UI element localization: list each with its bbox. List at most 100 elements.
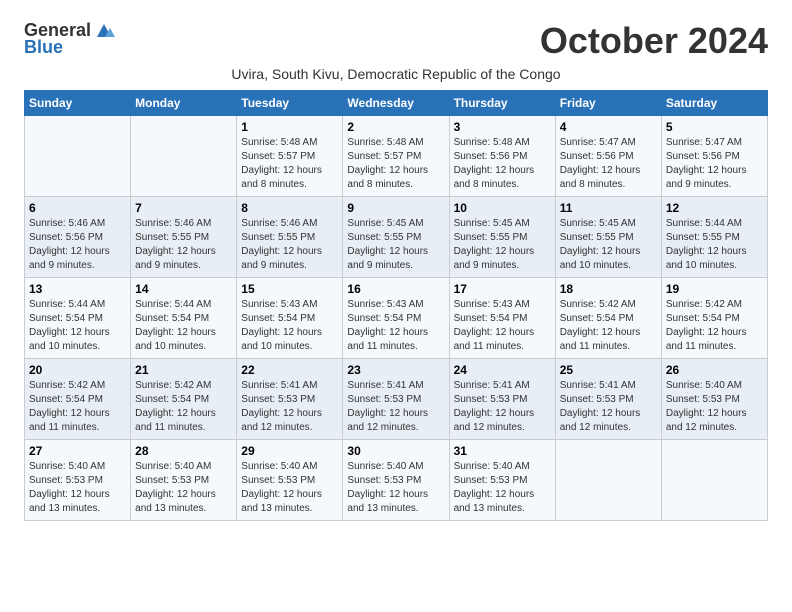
day-info: Sunrise: 5:45 AM Sunset: 5:55 PM Dayligh… bbox=[347, 217, 444, 273]
day-number: 11 bbox=[560, 201, 657, 215]
day-info: Sunrise: 5:42 AM Sunset: 5:54 PM Dayligh… bbox=[29, 379, 126, 435]
day-cell bbox=[131, 116, 237, 197]
day-info: Sunrise: 5:40 AM Sunset: 5:53 PM Dayligh… bbox=[454, 460, 551, 516]
day-info: Sunrise: 5:45 AM Sunset: 5:55 PM Dayligh… bbox=[454, 217, 551, 273]
day-cell: 5 Sunrise: 5:47 AM Sunset: 5:56 PM Daylig… bbox=[661, 116, 767, 197]
day-cell: 13 Sunrise: 5:44 AM Sunset: 5:54 PM Dayli… bbox=[25, 278, 131, 359]
day-cell: 27 Sunrise: 5:40 AM Sunset: 5:53 PM Dayli… bbox=[25, 440, 131, 521]
day-cell bbox=[25, 116, 131, 197]
day-info: Sunrise: 5:44 AM Sunset: 5:54 PM Dayligh… bbox=[135, 298, 232, 354]
day-info: Sunrise: 5:47 AM Sunset: 5:56 PM Dayligh… bbox=[666, 136, 763, 192]
day-cell: 31 Sunrise: 5:40 AM Sunset: 5:53 PM Dayli… bbox=[449, 440, 555, 521]
day-number: 31 bbox=[454, 444, 551, 458]
day-info: Sunrise: 5:46 AM Sunset: 5:55 PM Dayligh… bbox=[241, 217, 338, 273]
day-cell: 30Sunrise: 5:40 AM Sunset: 5:53 PM Dayli… bbox=[343, 440, 449, 521]
day-cell: 11 Sunrise: 5:45 AM Sunset: 5:55 PM Dayli… bbox=[555, 197, 661, 278]
day-cell: 20 Sunrise: 5:42 AM Sunset: 5:54 PM Dayli… bbox=[25, 359, 131, 440]
day-cell: 4 Sunrise: 5:47 AM Sunset: 5:56 PM Daylig… bbox=[555, 116, 661, 197]
day-cell: 25 Sunrise: 5:41 AM Sunset: 5:53 PM Dayli… bbox=[555, 359, 661, 440]
day-number: 27 bbox=[29, 444, 126, 458]
day-info: Sunrise: 5:40 AM Sunset: 5:53 PM Dayligh… bbox=[666, 379, 763, 435]
day-number: 9 bbox=[347, 201, 444, 215]
day-number: 22 bbox=[241, 363, 338, 377]
day-number: 25 bbox=[560, 363, 657, 377]
day-cell: 28 Sunrise: 5:40 AM Sunset: 5:53 PM Dayli… bbox=[131, 440, 237, 521]
day-cell: 9 Sunrise: 5:45 AM Sunset: 5:55 PM Daylig… bbox=[343, 197, 449, 278]
week-row-4: 20 Sunrise: 5:42 AM Sunset: 5:54 PM Dayli… bbox=[25, 359, 768, 440]
day-info: Sunrise: 5:46 AM Sunset: 5:55 PM Dayligh… bbox=[135, 217, 232, 273]
day-number: 26 bbox=[666, 363, 763, 377]
day-cell: 3Sunrise: 5:48 AM Sunset: 5:56 PM Daylig… bbox=[449, 116, 555, 197]
day-number: 1 bbox=[241, 120, 338, 134]
day-cell: 17Sunrise: 5:43 AM Sunset: 5:54 PM Dayli… bbox=[449, 278, 555, 359]
day-number: 23 bbox=[347, 363, 444, 377]
day-cell: 8 Sunrise: 5:46 AM Sunset: 5:55 PM Daylig… bbox=[237, 197, 343, 278]
col-header-friday: Friday bbox=[555, 91, 661, 116]
day-cell: 19 Sunrise: 5:42 AM Sunset: 5:54 PM Dayli… bbox=[661, 278, 767, 359]
day-info: Sunrise: 5:41 AM Sunset: 5:53 PM Dayligh… bbox=[560, 379, 657, 435]
day-number: 30 bbox=[347, 444, 444, 458]
col-header-saturday: Saturday bbox=[661, 91, 767, 116]
day-cell: 15 Sunrise: 5:43 AM Sunset: 5:54 PM Dayli… bbox=[237, 278, 343, 359]
day-info: Sunrise: 5:40 AM Sunset: 5:53 PM Dayligh… bbox=[135, 460, 232, 516]
day-cell: 24Sunrise: 5:41 AM Sunset: 5:53 PM Dayli… bbox=[449, 359, 555, 440]
logo-blue: Blue bbox=[24, 37, 63, 58]
day-number: 18 bbox=[560, 282, 657, 296]
day-cell: 12 Sunrise: 5:44 AM Sunset: 5:55 PM Dayli… bbox=[661, 197, 767, 278]
day-info: Sunrise: 5:40 AM Sunset: 5:53 PM Dayligh… bbox=[29, 460, 126, 516]
day-cell bbox=[661, 440, 767, 521]
day-info: Sunrise: 5:48 AM Sunset: 5:57 PM Dayligh… bbox=[347, 136, 444, 192]
logo-icon bbox=[93, 19, 115, 41]
day-cell: 7Sunrise: 5:46 AM Sunset: 5:55 PM Daylig… bbox=[131, 197, 237, 278]
day-info: Sunrise: 5:43 AM Sunset: 5:54 PM Dayligh… bbox=[241, 298, 338, 354]
day-info: Sunrise: 5:42 AM Sunset: 5:54 PM Dayligh… bbox=[666, 298, 763, 354]
day-info: Sunrise: 5:42 AM Sunset: 5:54 PM Dayligh… bbox=[560, 298, 657, 354]
week-row-1: 1 Sunrise: 5:48 AM Sunset: 5:57 PM Daylig… bbox=[25, 116, 768, 197]
day-cell: 14 Sunrise: 5:44 AM Sunset: 5:54 PM Dayli… bbox=[131, 278, 237, 359]
day-cell: 29 Sunrise: 5:40 AM Sunset: 5:53 PM Dayli… bbox=[237, 440, 343, 521]
day-info: Sunrise: 5:42 AM Sunset: 5:54 PM Dayligh… bbox=[135, 379, 232, 435]
col-header-sunday: Sunday bbox=[25, 91, 131, 116]
day-number: 13 bbox=[29, 282, 126, 296]
day-number: 4 bbox=[560, 120, 657, 134]
day-number: 29 bbox=[241, 444, 338, 458]
day-number: 5 bbox=[666, 120, 763, 134]
day-number: 6 bbox=[29, 201, 126, 215]
day-info: Sunrise: 5:41 AM Sunset: 5:53 PM Dayligh… bbox=[241, 379, 338, 435]
day-cell: 2 Sunrise: 5:48 AM Sunset: 5:57 PM Daylig… bbox=[343, 116, 449, 197]
logo: General Blue bbox=[24, 20, 115, 58]
day-cell: 23 Sunrise: 5:41 AM Sunset: 5:53 PM Dayli… bbox=[343, 359, 449, 440]
day-info: Sunrise: 5:45 AM Sunset: 5:55 PM Dayligh… bbox=[560, 217, 657, 273]
day-number: 20 bbox=[29, 363, 126, 377]
day-cell: 22 Sunrise: 5:41 AM Sunset: 5:53 PM Dayli… bbox=[237, 359, 343, 440]
day-number: 2 bbox=[347, 120, 444, 134]
day-number: 19 bbox=[666, 282, 763, 296]
col-header-thursday: Thursday bbox=[449, 91, 555, 116]
day-number: 16 bbox=[347, 282, 444, 296]
day-info: Sunrise: 5:47 AM Sunset: 5:56 PM Dayligh… bbox=[560, 136, 657, 192]
day-number: 14 bbox=[135, 282, 232, 296]
week-row-5: 27 Sunrise: 5:40 AM Sunset: 5:53 PM Dayli… bbox=[25, 440, 768, 521]
calendar-table: SundayMondayTuesdayWednesdayThursdayFrid… bbox=[24, 90, 768, 521]
day-info: Sunrise: 5:44 AM Sunset: 5:54 PM Dayligh… bbox=[29, 298, 126, 354]
day-info: Sunrise: 5:41 AM Sunset: 5:53 PM Dayligh… bbox=[347, 379, 444, 435]
day-number: 15 bbox=[241, 282, 338, 296]
day-info: Sunrise: 5:43 AM Sunset: 5:54 PM Dayligh… bbox=[454, 298, 551, 354]
header-row: SundayMondayTuesdayWednesdayThursdayFrid… bbox=[25, 91, 768, 116]
day-info: Sunrise: 5:44 AM Sunset: 5:55 PM Dayligh… bbox=[666, 217, 763, 273]
col-header-tuesday: Tuesday bbox=[237, 91, 343, 116]
day-info: Sunrise: 5:46 AM Sunset: 5:56 PM Dayligh… bbox=[29, 217, 126, 273]
day-cell: 6 Sunrise: 5:46 AM Sunset: 5:56 PM Daylig… bbox=[25, 197, 131, 278]
day-cell: 21Sunrise: 5:42 AM Sunset: 5:54 PM Dayli… bbox=[131, 359, 237, 440]
day-number: 28 bbox=[135, 444, 232, 458]
month-title: October 2024 bbox=[540, 20, 768, 62]
day-cell: 18 Sunrise: 5:42 AM Sunset: 5:54 PM Dayli… bbox=[555, 278, 661, 359]
week-row-3: 13 Sunrise: 5:44 AM Sunset: 5:54 PM Dayli… bbox=[25, 278, 768, 359]
day-cell: 1Sunrise: 5:48 AM Sunset: 5:57 PM Daylig… bbox=[237, 116, 343, 197]
day-number: 8 bbox=[241, 201, 338, 215]
day-info: Sunrise: 5:40 AM Sunset: 5:53 PM Dayligh… bbox=[241, 460, 338, 516]
subtitle: Uvira, South Kivu, Democratic Republic o… bbox=[24, 66, 768, 82]
day-info: Sunrise: 5:41 AM Sunset: 5:53 PM Dayligh… bbox=[454, 379, 551, 435]
week-row-2: 6 Sunrise: 5:46 AM Sunset: 5:56 PM Daylig… bbox=[25, 197, 768, 278]
day-number: 12 bbox=[666, 201, 763, 215]
